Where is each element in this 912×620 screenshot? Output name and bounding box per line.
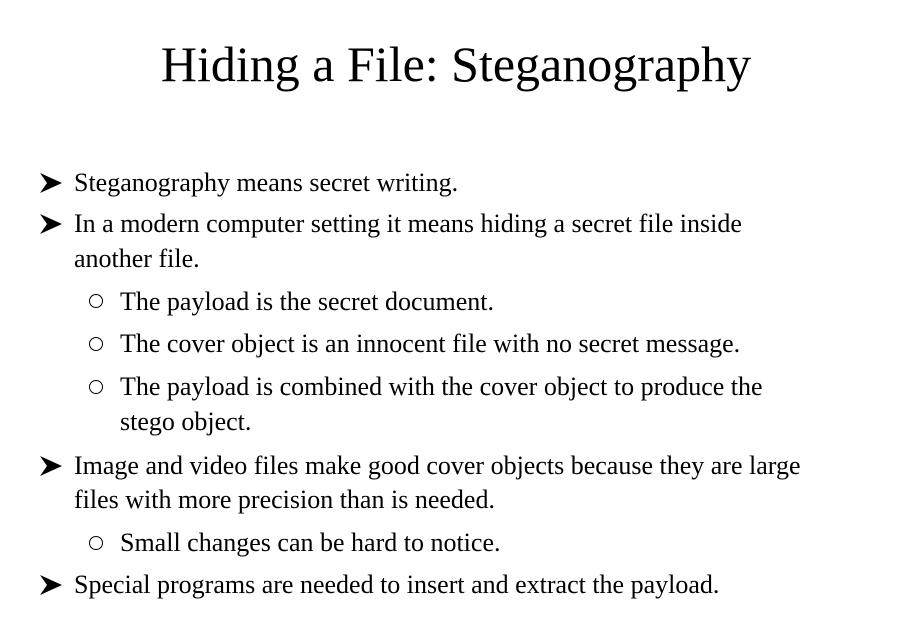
bullet-2-text-line2: another file. — [74, 244, 200, 273]
bullet-2-text-line1: In a modern computer setting it means hi… — [74, 209, 742, 238]
sub-bullet-2-text: The cover object is an innocent file wit… — [120, 329, 741, 358]
circle-bullet-icon — [89, 337, 103, 351]
arrow-bullet-icon — [40, 173, 62, 193]
bullet-3-text-line1: Image and video files make good cover ob… — [74, 451, 801, 480]
bullet-1-text: Steganography means secret writing. — [74, 168, 459, 197]
sub-bullet-4-text: Small changes can be hard to notice. — [120, 528, 501, 557]
arrow-bullet-icon — [40, 456, 62, 476]
circle-bullet-icon — [89, 536, 103, 550]
slide-title: Hiding a File: Steganography — [160, 36, 752, 92]
sub-bullet-3-text-line2: stego object. — [120, 407, 252, 436]
bullet-4-text: Special programs are needed to insert an… — [74, 570, 720, 599]
circle-bullet-icon — [89, 294, 103, 308]
arrow-bullet-icon — [40, 214, 62, 234]
sub-bullet-1-text: The payload is the secret document. — [120, 287, 494, 316]
sub-bullet-3-text-line1: The payload is combined with the cover o… — [120, 372, 763, 401]
circle-bullet-icon — [89, 380, 103, 394]
bullet-3-text-line2: files with more precision than is needed… — [74, 485, 495, 514]
arrow-bullet-icon — [40, 575, 62, 595]
slide: Hiding a File: Steganography Steganograp… — [0, 0, 912, 620]
